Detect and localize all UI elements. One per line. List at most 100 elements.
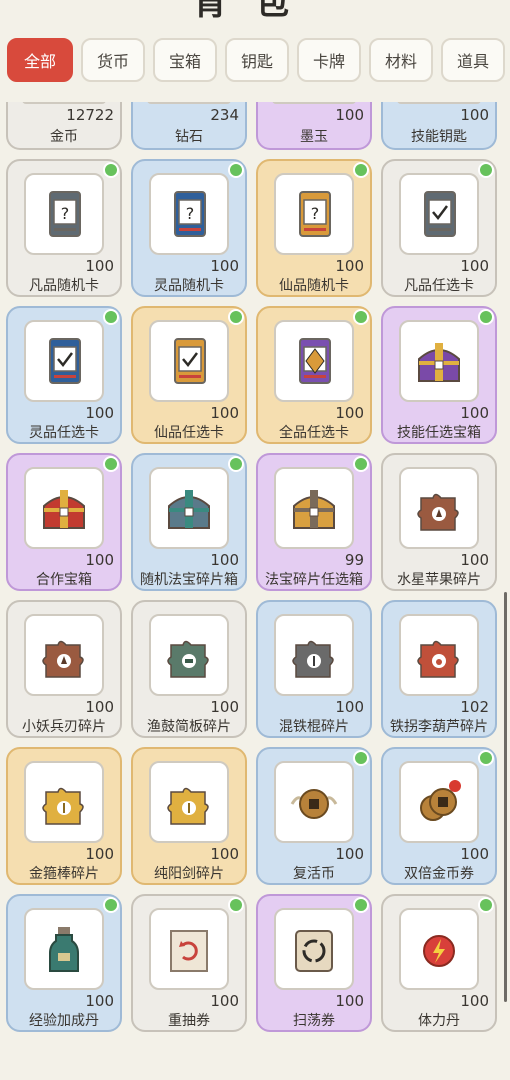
inventory-item[interactable]: 234 钻石 (131, 102, 247, 150)
item-icon-frame (399, 467, 479, 549)
inventory-item[interactable]: 100 技能任选宝箱 (381, 306, 497, 444)
item-icon-frame (399, 614, 479, 696)
new-badge-dot (478, 162, 494, 178)
fragment-gray-icon (292, 640, 334, 678)
tab-0[interactable]: 全部 (7, 38, 73, 82)
new-badge-dot (228, 456, 244, 472)
item-name: 小妖兵刃碎片 (22, 719, 106, 735)
new-badge-dot (478, 897, 494, 913)
tab-4[interactable]: 卡牌 (297, 38, 361, 82)
new-badge-dot (228, 309, 244, 325)
chest-teal-icon (168, 490, 210, 529)
item-name: 技能任选宝箱 (397, 425, 481, 441)
inventory-item[interactable]: 100 扫荡券 (256, 894, 372, 1032)
item-name: 法宝碎片任选箱 (265, 572, 363, 588)
inventory-item[interactable]: 12722 金币 (6, 102, 122, 150)
new-badge-dot (353, 750, 369, 766)
inventory-item[interactable]: ? 100 凡品随机卡 (6, 159, 122, 297)
potion-bottle-icon (49, 927, 79, 972)
scrollbar[interactable] (504, 592, 507, 1002)
item-name: 水星苹果碎片 (397, 572, 481, 588)
item-icon-frame (272, 102, 356, 104)
inventory-item[interactable]: 102 铁拐李葫芦碎片 (381, 600, 497, 738)
inventory-item[interactable]: 100 双倍金币券 (381, 747, 497, 885)
inventory-item[interactable]: 100 金箍棒碎片 (6, 747, 122, 885)
inventory-item[interactable]: 100 渔鼓简板碎片 (131, 600, 247, 738)
inventory-item[interactable]: 100 复活币 (256, 747, 372, 885)
item-name: 全品任选卡 (279, 425, 349, 441)
new-badge-dot (103, 897, 119, 913)
inventory-item[interactable]: ? 100 仙品随机卡 (256, 159, 372, 297)
item-icon-frame (149, 320, 229, 402)
fragment-brown-icon (417, 493, 459, 531)
item-name: 凡品任选卡 (404, 278, 474, 294)
inventory-item[interactable]: 100 水星苹果碎片 (381, 453, 497, 591)
item-name: 体力丹 (418, 1013, 460, 1029)
inventory-item[interactable]: 99 法宝碎片任选箱 (256, 453, 372, 591)
item-icon-frame (399, 761, 479, 843)
item-count: 100 (210, 992, 239, 1010)
inventory-item[interactable]: 100 凡品任选卡 (381, 159, 497, 297)
page-title: 背包 (193, 0, 317, 23)
item-icon-frame (147, 102, 231, 104)
item-icon-frame (22, 102, 106, 104)
tab-6[interactable]: 道具 (441, 38, 505, 82)
tab-2[interactable]: 宝箱 (153, 38, 217, 82)
inventory-item[interactable]: 100 纯阳剑碎片 (131, 747, 247, 885)
item-count: 100 (335, 404, 364, 422)
inventory-item[interactable]: 100 灵品任选卡 (6, 306, 122, 444)
item-name: 仙品随机卡 (279, 278, 349, 294)
item-count: 100 (85, 845, 114, 863)
item-count: 100 (335, 845, 364, 863)
tab-1[interactable]: 货币 (81, 38, 145, 82)
item-name: 经验加成丹 (29, 1013, 99, 1029)
new-badge-dot (478, 750, 494, 766)
tab-3[interactable]: 钥匙 (225, 38, 289, 82)
item-count: 100 (335, 992, 364, 1010)
item-name: 墨玉 (300, 129, 328, 145)
inventory-item[interactable]: 100 墨玉 (256, 102, 372, 150)
new-badge-dot (478, 309, 494, 325)
svg-text:?: ? (311, 204, 320, 223)
inventory-item[interactable]: 100 经验加成丹 (6, 894, 122, 1032)
item-name: 技能钥匙 (411, 129, 467, 145)
item-count: 102 (460, 698, 489, 716)
tab-5[interactable]: 材料 (369, 38, 433, 82)
fragment-brown-icon (42, 640, 84, 678)
sweep-ticket-icon (295, 930, 333, 972)
item-count: 234 (210, 106, 239, 124)
item-icon-frame: ? (149, 173, 229, 255)
item-name: 重抽券 (168, 1013, 210, 1029)
inventory-scroll-area[interactable]: 12722 金币 234 钻石 100 墨玉 100 技能钥匙 ? 100 凡品… (0, 102, 510, 1080)
card-random-gold-icon: ? (299, 191, 331, 237)
item-count: 100 (335, 698, 364, 716)
chest-red-icon (43, 490, 85, 529)
item-count: 100 (85, 698, 114, 716)
inventory-item[interactable]: 100 仙品任选卡 (131, 306, 247, 444)
stamina-pill-icon (423, 935, 455, 967)
item-name: 金箍棒碎片 (29, 866, 99, 882)
item-name: 钻石 (175, 129, 203, 145)
inventory-item[interactable]: 100 全品任选卡 (256, 306, 372, 444)
inventory-item[interactable]: 100 混铁棍碎片 (256, 600, 372, 738)
inventory-item[interactable]: 100 小妖兵刃碎片 (6, 600, 122, 738)
item-name: 铁拐李葫芦碎片 (390, 719, 488, 735)
new-badge-dot (103, 309, 119, 325)
inventory-item[interactable]: 100 合作宝箱 (6, 453, 122, 591)
new-badge-dot (228, 162, 244, 178)
item-count: 100 (210, 257, 239, 275)
item-name: 金币 (50, 129, 78, 145)
item-icon-frame: ? (274, 173, 354, 255)
new-badge-dot (103, 162, 119, 178)
inventory-item[interactable]: 100 重抽券 (131, 894, 247, 1032)
item-name: 凡品随机卡 (29, 278, 99, 294)
item-count: 99 (344, 551, 364, 569)
inventory-item[interactable]: 100 技能钥匙 (381, 102, 497, 150)
card-select-blue-icon (49, 338, 81, 384)
chest-purple-icon (418, 343, 460, 382)
inventory-item[interactable]: 100 体力丹 (381, 894, 497, 1032)
inventory-item[interactable]: ? 100 灵品随机卡 (131, 159, 247, 297)
item-count: 100 (335, 106, 364, 124)
item-count: 100 (85, 404, 114, 422)
inventory-item[interactable]: 100 随机法宝碎片箱 (131, 453, 247, 591)
